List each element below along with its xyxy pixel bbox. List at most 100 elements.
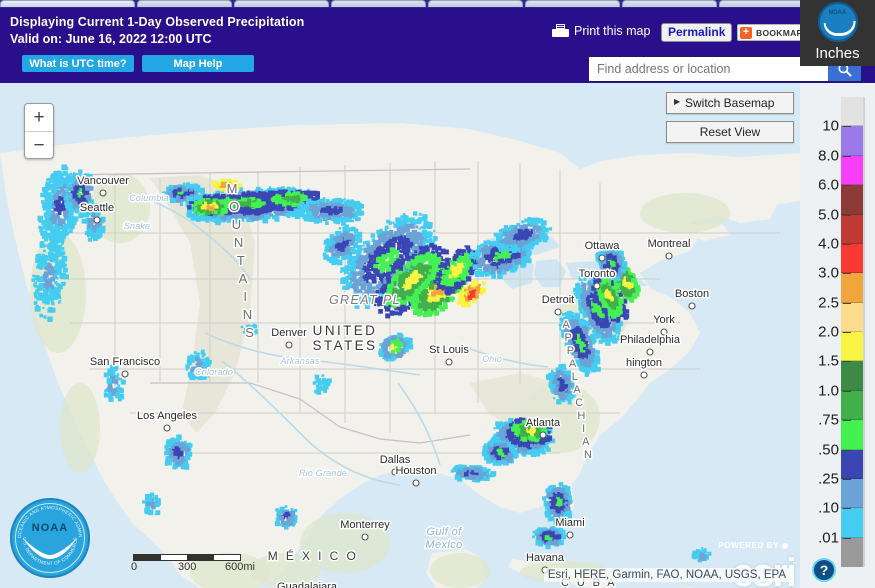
map-label: STATES <box>313 338 378 353</box>
map-label: I <box>243 289 247 304</box>
scale-bar: 0 300 600mi <box>131 554 255 574</box>
map-label: A <box>573 384 581 396</box>
legend-body: 10 8.0 6.0 5.0 4.0 3.0 2.5 2.0 1.5 1.0 .75 .50 .25 .1… <box>800 83 875 588</box>
map-label: A <box>562 319 570 331</box>
valid-time-text: Valid on: June 16, 2022 12:00 UTC <box>10 32 212 46</box>
map-label: San Francisco <box>90 356 160 368</box>
map-label: Arkansas <box>279 356 319 366</box>
scale-label-2: 600mi <box>225 561 255 573</box>
legend-tick-12: .25 <box>818 470 851 487</box>
map-label: P <box>565 332 572 344</box>
legend-tick-5: 3.0 <box>818 265 851 282</box>
printer-icon <box>552 23 569 38</box>
legend-tick-6: 2.5 <box>818 294 851 311</box>
legend-tick-10: .75 <box>818 412 851 429</box>
scale-bar-ticks <box>133 554 241 561</box>
permalink-button[interactable]: Permalink <box>661 23 733 42</box>
legend-tick-2: 6.0 <box>818 177 851 194</box>
browser-tab-6[interactable] <box>622 0 717 7</box>
zoom-controls: + − <box>24 103 54 159</box>
map-graphic: VancouverVancouverSeattleSeattleSan Fran… <box>0 83 800 588</box>
map-label: U <box>232 217 241 232</box>
browser-tab-5[interactable] <box>525 0 620 7</box>
legend-tick-7: 2.0 <box>818 324 851 341</box>
map-label: Philadelphia <box>620 334 681 346</box>
map-label: A <box>582 436 590 448</box>
legend-tick-13: .10 <box>818 500 851 517</box>
help-icon[interactable]: ? <box>814 560 834 580</box>
map-label: I <box>582 423 585 435</box>
map-label: M <box>227 181 238 196</box>
map-label: Colorado <box>195 367 233 377</box>
map-label: A <box>569 358 577 370</box>
map-label: P <box>567 345 574 357</box>
map-label: T <box>237 253 245 268</box>
map-label: Ottawa <box>585 240 621 252</box>
scale-label-0: 0 <box>131 561 138 573</box>
map-label: L <box>572 371 578 383</box>
noaa-logo-icon <box>817 2 858 42</box>
bookmark-plus-icon: + <box>740 26 752 39</box>
map-attribution: Esri, HERE, Garmin, FAO, NOAA, USGS, EPA <box>543 568 790 582</box>
map-label: Boston <box>675 288 709 300</box>
browser-tab-3[interactable] <box>331 0 426 7</box>
legend-tick-14: .01 <box>818 529 851 546</box>
map-label: York <box>653 314 675 326</box>
zoom-in-button[interactable]: + <box>25 104 53 131</box>
map-label: H <box>577 410 585 422</box>
legend-panel: Inches 10 8.0 6.0 5.0 4.0 3.0 2.5 2.0 1.5 1.0 .75.… <box>800 0 875 588</box>
noaa-seal-logo: NATIONAL OCEANIC AND ATMOSPHERIC ADMINIS… <box>10 498 90 578</box>
page-title: Displaying Current 1-Day Observed Precip… <box>10 15 305 29</box>
map-viewport[interactable]: Vancouver Vancouver Seattle Seattle San Fran… <box>0 83 800 588</box>
legend-tick-8: 1.5 <box>818 353 851 370</box>
map-label: Gulf of <box>426 526 462 538</box>
map-label: C <box>575 397 583 409</box>
map-label: A <box>239 271 248 286</box>
map-label: Monterrey <box>340 519 390 531</box>
what-is-utc-time-button[interactable]: What is UTC time? <box>22 55 134 72</box>
map-label: Miami <box>555 517 584 529</box>
browser-tab-1[interactable] <box>137 0 232 7</box>
map-label: N <box>243 307 252 322</box>
map-label: Guadalajara <box>277 581 338 588</box>
map-label: Toronto <box>579 268 616 280</box>
scale-label-1: 300 <box>178 561 197 573</box>
browser-tab-0[interactable] <box>0 0 135 7</box>
browser-tab-4[interactable] <box>428 0 523 7</box>
map-label: Columbia <box>129 193 169 203</box>
map-label: Detroit <box>542 294 574 306</box>
legend-tick-9: 1.0 <box>818 382 851 399</box>
map-label: Vancouver <box>77 175 129 187</box>
switch-basemap-button[interactable]: Switch Basemap <box>666 92 794 114</box>
map-label: Rio Grande <box>299 468 347 478</box>
legend-tick-1: 8.0 <box>818 147 851 164</box>
legend-tick-3: 5.0 <box>818 206 851 223</box>
map-label: GREAT PL <box>329 293 401 307</box>
map-label: Seattle <box>80 202 114 214</box>
legend-tick-11: .50 <box>818 441 851 458</box>
reset-view-button[interactable]: Reset View <box>666 121 794 143</box>
search-input[interactable] <box>589 57 828 81</box>
precipitation-map-page: Displaying Current 1-Day Observed Precip… <box>0 0 875 588</box>
legend-header: Inches <box>800 0 875 66</box>
map-label: Mexico <box>425 539 462 551</box>
map-label: Atlanta <box>526 417 561 429</box>
map-label: Los Angeles <box>137 410 197 422</box>
map-help-button[interactable]: Map Help <box>142 55 254 72</box>
browser-tabstrip <box>0 0 875 8</box>
browser-tab-2[interactable] <box>234 0 329 7</box>
print-label: Print this map <box>574 23 651 38</box>
map-label: Montreal <box>648 238 691 250</box>
legend-tick-0: 10 <box>822 118 850 135</box>
legend-title: Inches <box>815 45 860 62</box>
print-this-map-button[interactable]: Print this map <box>552 23 650 38</box>
map-label: S <box>245 325 254 340</box>
map-label: Havana <box>526 552 565 564</box>
scale-bar-labels: 0 300 600mi <box>131 561 255 574</box>
noaa-seagull-icon <box>23 538 77 559</box>
map-label: O <box>229 199 239 214</box>
powered-by-label: POWERED BY <box>718 541 788 550</box>
map-label: St Louis <box>429 344 469 356</box>
map-label: N <box>234 235 243 250</box>
zoom-out-button[interactable]: − <box>25 132 53 159</box>
